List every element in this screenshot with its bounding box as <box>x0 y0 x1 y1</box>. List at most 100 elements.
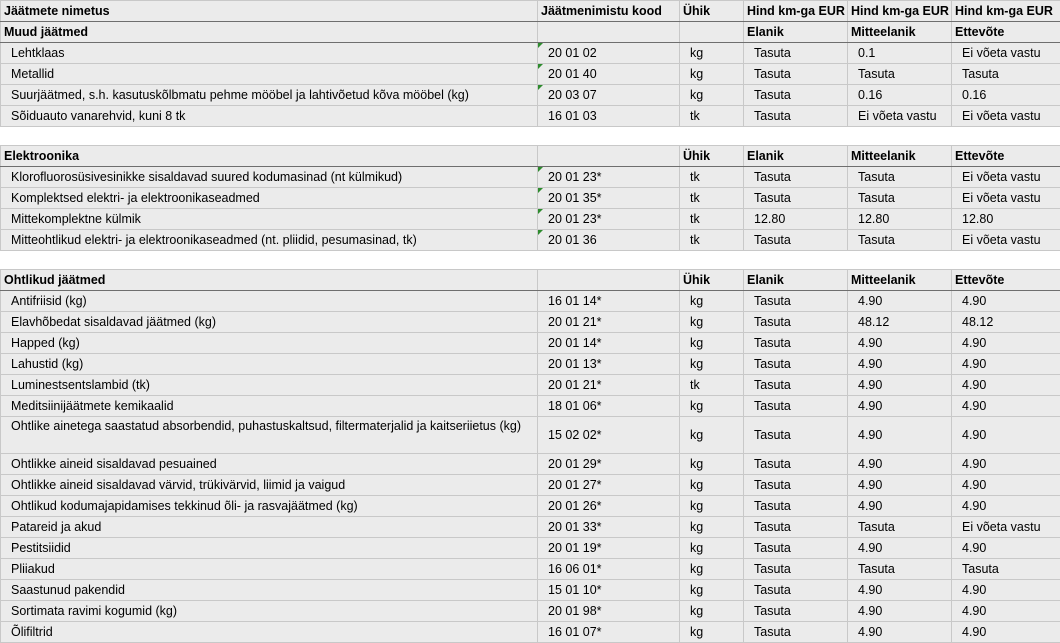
unit-cell[interactable]: kg <box>680 517 744 538</box>
section-resident-header[interactable]: Elanik <box>744 146 848 167</box>
price-resident-cell[interactable]: Tasuta <box>744 375 848 396</box>
header-waste-name[interactable]: Jäätmete nimetus <box>1 1 538 22</box>
price-company-cell[interactable]: 4.90 <box>952 354 1060 375</box>
price-resident-cell[interactable]: Tasuta <box>744 167 848 188</box>
price-resident-cell[interactable]: Tasuta <box>744 417 848 454</box>
price-nonresident-cell[interactable]: 4.90 <box>848 333 952 354</box>
price-nonresident-cell[interactable]: Tasuta <box>848 517 952 538</box>
price-resident-cell[interactable]: Tasuta <box>744 622 848 643</box>
unit-cell[interactable]: tk <box>680 375 744 396</box>
price-nonresident-cell[interactable]: 4.90 <box>848 417 952 454</box>
waste-code-cell[interactable]: 20 01 13* <box>538 354 680 375</box>
header-price-resident[interactable]: Hind km-ga EUR <box>744 1 848 22</box>
waste-name-cell[interactable]: Ohtlikke aineid sisaldavad värvid, trüki… <box>1 475 538 496</box>
price-company-cell[interactable]: 4.90 <box>952 417 1060 454</box>
waste-code-cell[interactable]: 20 01 19* <box>538 538 680 559</box>
section-nonresident-header[interactable]: Mitteelanik <box>848 270 952 291</box>
waste-code-cell[interactable]: 20 01 40 <box>538 64 680 85</box>
waste-name-cell[interactable]: Sortimata ravimi kogumid (kg) <box>1 601 538 622</box>
waste-code-cell[interactable]: 15 02 02* <box>538 417 680 454</box>
waste-code-cell[interactable]: 20 01 23* <box>538 209 680 230</box>
price-nonresident-cell[interactable]: 4.90 <box>848 375 952 396</box>
waste-code-cell[interactable]: 16 06 01* <box>538 559 680 580</box>
price-resident-cell[interactable]: Tasuta <box>744 312 848 333</box>
section-company-header[interactable]: Ettevõte <box>952 22 1060 43</box>
price-nonresident-cell[interactable]: 4.90 <box>848 538 952 559</box>
unit-cell[interactable]: kg <box>680 475 744 496</box>
unit-cell[interactable]: tk <box>680 230 744 251</box>
price-nonresident-cell[interactable]: 4.90 <box>848 601 952 622</box>
price-resident-cell[interactable]: Tasuta <box>744 559 848 580</box>
waste-code-cell[interactable]: 20 01 21* <box>538 312 680 333</box>
waste-name-cell[interactable]: Meditsiinijäätmete kemikaalid <box>1 396 538 417</box>
unit-cell[interactable]: kg <box>680 496 744 517</box>
waste-name-cell[interactable]: Lehtklaas <box>1 43 538 64</box>
waste-code-cell[interactable]: 20 01 21* <box>538 375 680 396</box>
price-resident-cell[interactable]: Tasuta <box>744 454 848 475</box>
waste-name-cell[interactable]: Lahustid (kg) <box>1 354 538 375</box>
unit-cell[interactable]: kg <box>680 601 744 622</box>
section-title[interactable]: Muud jäätmed <box>1 22 538 43</box>
price-nonresident-cell[interactable]: 12.80 <box>848 209 952 230</box>
price-company-cell[interactable]: 4.90 <box>952 475 1060 496</box>
price-resident-cell[interactable]: Tasuta <box>744 43 848 64</box>
price-nonresident-cell[interactable]: Tasuta <box>848 188 952 209</box>
price-nonresident-cell[interactable]: Tasuta <box>848 64 952 85</box>
price-resident-cell[interactable]: Tasuta <box>744 106 848 127</box>
section-nonresident-header[interactable]: Mitteelanik <box>848 146 952 167</box>
unit-cell[interactable]: kg <box>680 622 744 643</box>
price-resident-cell[interactable]: Tasuta <box>744 538 848 559</box>
header-price-nonresident[interactable]: Hind km-ga EUR <box>848 1 952 22</box>
waste-name-cell[interactable]: Pestitsiidid <box>1 538 538 559</box>
price-company-cell[interactable]: 4.90 <box>952 580 1060 601</box>
price-nonresident-cell[interactable]: Tasuta <box>848 230 952 251</box>
price-resident-cell[interactable]: Tasuta <box>744 496 848 517</box>
price-company-cell[interactable]: 12.80 <box>952 209 1060 230</box>
price-company-cell[interactable]: 4.90 <box>952 538 1060 559</box>
waste-name-cell[interactable]: Pliiakud <box>1 559 538 580</box>
section-company-header[interactable]: Ettevõte <box>952 270 1060 291</box>
waste-code-cell[interactable]: 16 01 07* <box>538 622 680 643</box>
unit-cell[interactable]: tk <box>680 188 744 209</box>
price-company-cell[interactable]: 4.90 <box>952 454 1060 475</box>
section-code-header[interactable] <box>538 270 680 291</box>
section-company-header[interactable]: Ettevõte <box>952 146 1060 167</box>
waste-name-cell[interactable]: Patareid ja akud <box>1 517 538 538</box>
waste-name-cell[interactable]: Ohtlike ainetega saastatud absorbendid, … <box>1 417 538 454</box>
header-unit[interactable]: Ühik <box>680 1 744 22</box>
waste-code-cell[interactable]: 20 01 14* <box>538 333 680 354</box>
unit-cell[interactable]: kg <box>680 85 744 106</box>
header-waste-code[interactable]: Jäätmenimistu kood <box>538 1 680 22</box>
unit-cell[interactable]: kg <box>680 580 744 601</box>
price-company-cell[interactable]: 4.90 <box>952 375 1060 396</box>
waste-code-cell[interactable]: 20 01 26* <box>538 496 680 517</box>
price-nonresident-cell[interactable]: 4.90 <box>848 291 952 312</box>
unit-cell[interactable]: kg <box>680 538 744 559</box>
price-company-cell[interactable]: Ei võeta vastu <box>952 517 1060 538</box>
section-title[interactable]: Ohtlikud jäätmed <box>1 270 538 291</box>
waste-name-cell[interactable]: Saastunud pakendid <box>1 580 538 601</box>
waste-name-cell[interactable]: Suurjäätmed, s.h. kasutuskõlbmatu pehme … <box>1 85 538 106</box>
waste-code-cell[interactable]: 15 01 10* <box>538 580 680 601</box>
waste-code-cell[interactable]: 20 01 35* <box>538 188 680 209</box>
price-resident-cell[interactable]: Tasuta <box>744 64 848 85</box>
price-resident-cell[interactable]: Tasuta <box>744 354 848 375</box>
price-resident-cell[interactable]: Tasuta <box>744 230 848 251</box>
unit-cell[interactable]: kg <box>680 417 744 454</box>
price-company-cell[interactable]: Tasuta <box>952 64 1060 85</box>
unit-cell[interactable]: tk <box>680 106 744 127</box>
price-nonresident-cell[interactable]: Tasuta <box>848 167 952 188</box>
price-resident-cell[interactable]: Tasuta <box>744 188 848 209</box>
price-nonresident-cell[interactable]: Tasuta <box>848 559 952 580</box>
price-company-cell[interactable]: Ei võeta vastu <box>952 43 1060 64</box>
unit-cell[interactable]: tk <box>680 209 744 230</box>
price-company-cell[interactable]: 48.12 <box>952 312 1060 333</box>
price-nonresident-cell[interactable]: 48.12 <box>848 312 952 333</box>
unit-cell[interactable]: kg <box>680 43 744 64</box>
price-resident-cell[interactable]: Tasuta <box>744 396 848 417</box>
unit-cell[interactable]: kg <box>680 396 744 417</box>
waste-code-cell[interactable]: 20 01 98* <box>538 601 680 622</box>
waste-code-cell[interactable]: 20 01 23* <box>538 167 680 188</box>
price-resident-cell[interactable]: Tasuta <box>744 475 848 496</box>
price-company-cell[interactable]: 4.90 <box>952 291 1060 312</box>
